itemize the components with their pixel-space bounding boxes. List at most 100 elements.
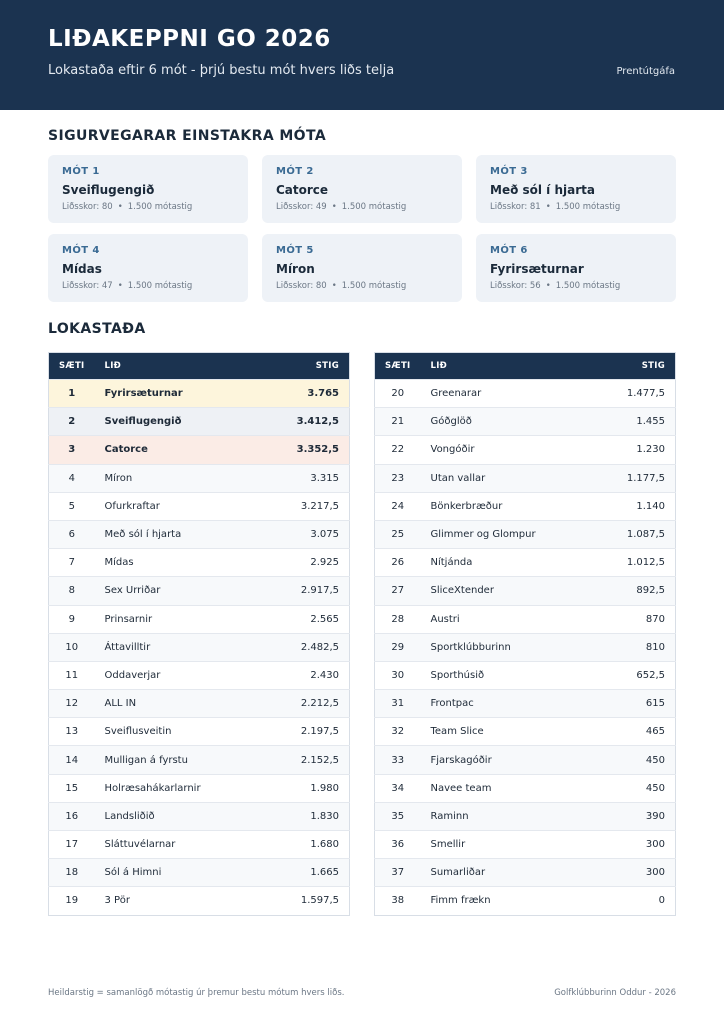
rank-cell: 14 <box>48 745 95 775</box>
card-event-label: MÓT 3 <box>490 166 528 177</box>
card-event-points: 1.500 mótastig <box>555 281 621 291</box>
table-row: 23 Utan vallar 1.177,5 <box>374 463 676 493</box>
card-meta: Liðsskor: 47 • 1.500 mótastig <box>62 281 234 291</box>
rank-cell: 17 <box>48 829 95 859</box>
card-team-score: Liðsskor: 81 <box>490 202 541 212</box>
rank-cell: 30 <box>374 660 421 690</box>
points-cell: 1.140 <box>583 491 676 521</box>
table-row: 20 Greenarar 1.477,5 <box>374 378 676 408</box>
table-row: 8 Sex Urriðar 2.917,5 <box>48 576 350 605</box>
team-cell: Raminn <box>420 801 584 831</box>
team-cell: Míron <box>94 463 258 493</box>
team-cell: Áttavilltir <box>94 632 258 662</box>
table-row: 28 Austri 870 <box>374 604 676 634</box>
table-row: 33 Fjarskagóðir 450 <box>374 745 676 775</box>
team-cell: Sportklúbburinn <box>420 632 584 662</box>
points-cell: 1.087,5 <box>583 519 676 549</box>
points-cell: 300 <box>583 858 676 887</box>
points-cell: 1.012,5 <box>583 548 676 577</box>
team-cell: Prinsarnir <box>94 604 258 634</box>
points-cell: 450 <box>583 745 676 775</box>
rank-cell: 33 <box>374 745 421 775</box>
rank-cell: 5 <box>48 491 95 521</box>
team-cell: Team Slice <box>420 717 584 746</box>
rank-cell: 4 <box>48 463 95 493</box>
rank-cell: 15 <box>48 773 95 803</box>
points-cell: 652,5 <box>583 660 676 690</box>
table-row: 5 Ofurkraftar 3.217,5 <box>48 491 350 521</box>
team-cell: Nítjánda <box>420 548 584 577</box>
card-event-label: MÓT 4 <box>62 245 100 256</box>
rank-cell: 36 <box>374 829 421 859</box>
team-cell: Sumarliðar <box>420 858 584 887</box>
card-event-points: 1.500 mótastig <box>127 281 193 291</box>
separator-dot: • <box>117 281 123 291</box>
table-row: 37 Sumarliðar 300 <box>374 858 676 887</box>
table-row: 26 Nítjánda 1.012,5 <box>374 548 676 577</box>
rank-cell: 19 <box>48 886 95 916</box>
table-row: 34 Navee team 450 <box>374 773 676 803</box>
card-event-label: MÓT 6 <box>490 245 528 256</box>
rank-cell: 21 <box>374 407 421 436</box>
standings-body-left: 1 Fyrirsæturnar 3.765 2 Sveiflugengið 3.412,5… <box>48 378 350 916</box>
winners-section-title: SIGURVEGARAR EINSTAKRA MÓTA <box>48 128 327 144</box>
points-column-header: STIG <box>315 361 339 371</box>
points-cell: 2.925 <box>257 548 350 577</box>
points-cell: 300 <box>583 829 676 859</box>
team-column-header: LIÐ <box>104 361 122 371</box>
table-row: 10 Áttavilltir 2.482,5 <box>48 632 350 662</box>
rank-cell: 27 <box>374 576 421 605</box>
footer-credit: Golfklúbburinn Oddur - 2026 <box>554 988 676 998</box>
table-row: 14 Mulligan á fyrstu 2.152,5 <box>48 745 350 775</box>
table-row: 4 Míron 3.315 <box>48 463 350 493</box>
points-cell: 1.477,5 <box>583 378 676 408</box>
table-row: 27 SliceXtender 892,5 <box>374 576 676 605</box>
team-cell: Holræsahákarlarnir <box>94 773 258 803</box>
team-cell: Catorce <box>94 435 258 465</box>
points-cell: 1.230 <box>583 435 676 465</box>
winners-grid: MÓT 1 Sveiflugengið Liðsskor: 80 • 1.500 m… <box>48 155 676 302</box>
rank-cell: 10 <box>48 632 95 662</box>
table-row: 3 Catorce 3.352,5 <box>48 435 350 465</box>
team-cell: Sveiflusveitin <box>94 717 258 746</box>
team-cell: Sex Urriðar <box>94 576 258 605</box>
print-version-link[interactable]: Prentútgáfa <box>616 66 675 77</box>
card-winner-team: Fyrirsæturnar <box>490 262 584 276</box>
rank-cell: 7 <box>48 548 95 577</box>
points-cell: 615 <box>583 689 676 718</box>
points-cell: 2.152,5 <box>257 745 350 775</box>
card-team-score: Liðsskor: 80 <box>62 202 113 212</box>
rank-cell: 38 <box>374 886 421 916</box>
team-cell: Smellir <box>420 829 584 859</box>
team-cell: Ofurkraftar <box>94 491 258 521</box>
card-event-label: MÓT 2 <box>276 166 314 177</box>
points-cell: 1.980 <box>257 773 350 803</box>
points-cell: 465 <box>583 717 676 746</box>
table-row: 32 Team Slice 465 <box>374 717 676 746</box>
winner-card: MÓT 4 Mídas Liðsskor: 47 • 1.500 mótastig <box>48 234 248 302</box>
card-event-label: MÓT 5 <box>276 245 314 256</box>
points-cell: 450 <box>583 773 676 803</box>
table-row: 13 Sveiflusveitin 2.197,5 <box>48 717 350 746</box>
rank-cell: 18 <box>48 858 95 887</box>
team-cell: SliceXtender <box>420 576 584 605</box>
table-row: 15 Holræsahákarlarnir 1.980 <box>48 773 350 803</box>
table-row: 25 Glimmer og Glompur 1.087,5 <box>374 519 676 549</box>
rank-cell: 1 <box>48 378 95 408</box>
points-cell: 1.177,5 <box>583 463 676 493</box>
card-meta: Liðsskor: 80 • 1.500 mótastig <box>62 202 234 212</box>
rank-cell: 34 <box>374 773 421 803</box>
team-cell: Greenarar <box>420 378 584 408</box>
table-header-row: SÆTI LIÐ STIG <box>48 352 350 380</box>
winner-card: MÓT 6 Fyrirsæturnar Liðsskor: 56 • 1.500 m… <box>476 234 676 302</box>
team-cell: Mídas <box>94 548 258 577</box>
table-row: 31 Frontpac 615 <box>374 689 676 718</box>
table-row: 7 Mídas 2.925 <box>48 548 350 577</box>
rank-cell: 13 <box>48 717 95 746</box>
rank-cell: 16 <box>48 801 95 831</box>
team-cell: Góðglöð <box>420 407 584 436</box>
points-cell: 1.597,5 <box>257 886 350 916</box>
card-team-score: Liðsskor: 49 <box>276 202 327 212</box>
rank-cell: 31 <box>374 689 421 718</box>
rank-column-header: SÆTI <box>59 361 85 371</box>
